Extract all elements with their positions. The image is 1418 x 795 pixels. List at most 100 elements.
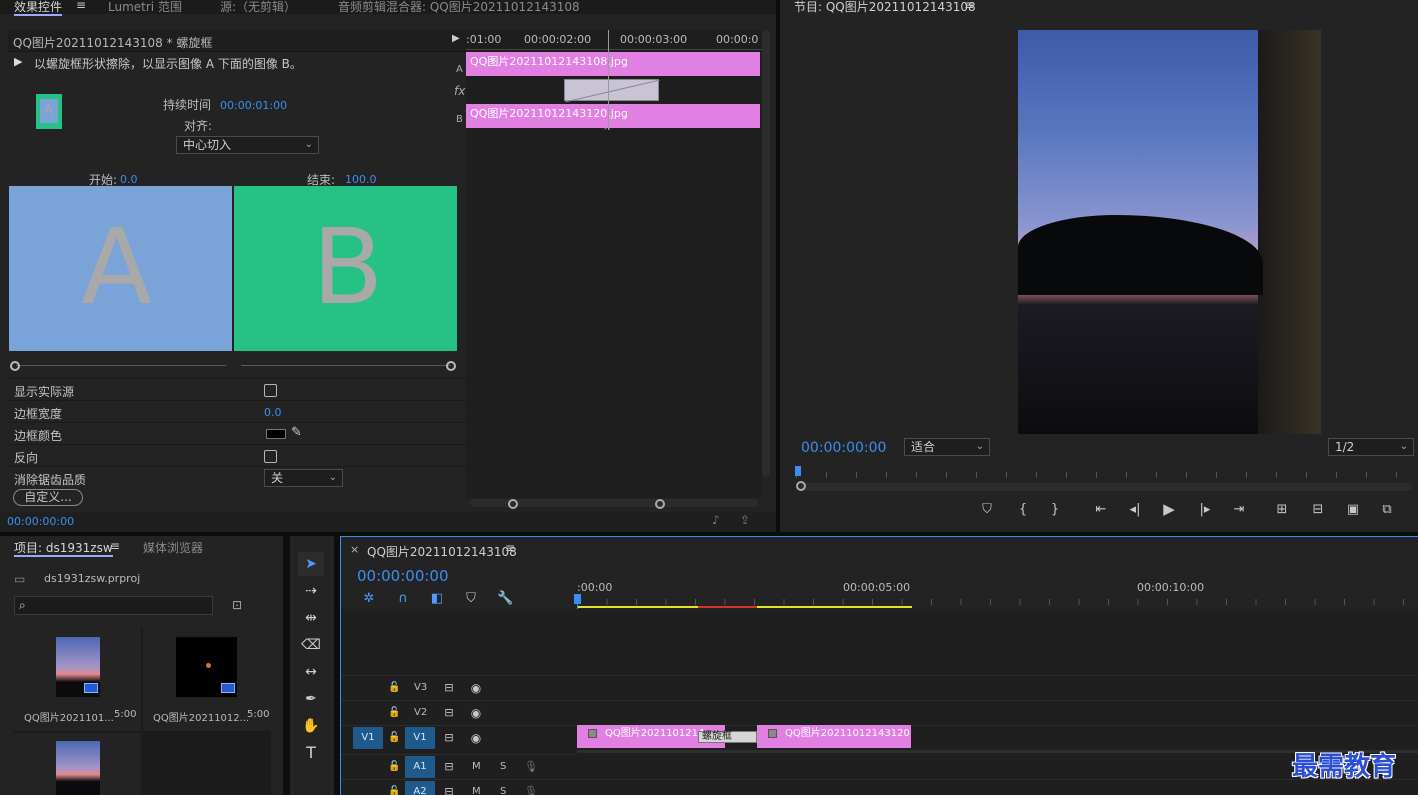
pen-tool-icon[interactable]: ✒ xyxy=(298,687,324,711)
project-search-input[interactable]: ⌕ xyxy=(14,596,213,615)
lift-icon[interactable]: ⊞ xyxy=(1272,503,1292,517)
wrench-icon[interactable]: 🔧 xyxy=(497,592,513,606)
tab-lumetri-scopes[interactable]: Lumetri 范围 xyxy=(108,0,182,14)
new-search-bin-icon[interactable]: ⊡ xyxy=(232,598,242,612)
tab-project[interactable]: 项目: ds1931zsw xyxy=(14,541,113,557)
slip-tool-icon[interactable]: ↔ xyxy=(298,660,324,684)
snap-icon[interactable]: ✲ xyxy=(361,592,377,606)
mute-button[interactable]: M xyxy=(472,761,481,772)
timeline-playhead-head[interactable] xyxy=(574,594,581,604)
step-forward-icon[interactable]: |▸ xyxy=(1196,503,1214,517)
sync-lock-icon[interactable]: ⊟ xyxy=(442,785,456,795)
tab-source[interactable]: 源:（无剪辑） xyxy=(220,0,296,14)
compare-icon[interactable]: ⧉ xyxy=(1378,503,1396,517)
sync-lock-icon[interactable]: ⊟ xyxy=(442,760,456,774)
timeline-ruler[interactable]: :00:00 00:00:05:00 00:00:10:00 xyxy=(577,577,1418,608)
eyedropper-icon[interactable]: ✎ xyxy=(291,425,302,440)
start-value[interactable]: 0.0 xyxy=(120,173,138,186)
program-zoom-handle[interactable] xyxy=(796,481,806,491)
project-item[interactable]: QQ图片20211012... 5:00 xyxy=(143,627,271,731)
end-value[interactable]: 100.0 xyxy=(345,173,377,186)
project-item[interactable] xyxy=(14,733,141,795)
lock-icon[interactable]: 🔓 xyxy=(388,760,400,774)
tab-media-browser[interactable]: 媒体浏览器 xyxy=(143,541,203,555)
mini-clip-b[interactable]: QQ图片20211012143120.jpg xyxy=(466,104,760,128)
go-to-out-icon[interactable]: ⇥ xyxy=(1230,503,1248,517)
sync-lock-icon[interactable]: ⊟ xyxy=(442,681,456,695)
selection-tool-icon[interactable]: ➤ xyxy=(298,552,324,576)
end-slider-handle[interactable] xyxy=(446,361,456,371)
duration-value[interactable]: 00:00:01:00 xyxy=(220,99,287,112)
timeline-timecode[interactable]: 00:00:00:00 xyxy=(357,567,449,585)
track-target-a1[interactable]: A1 xyxy=(405,756,435,778)
mini-playhead[interactable] xyxy=(608,30,609,130)
lock-icon[interactable]: 🔓 xyxy=(388,785,400,795)
add-marker-icon[interactable]: ⛉ xyxy=(980,503,994,517)
lock-icon[interactable]: 🔓 xyxy=(388,706,400,720)
play-transition-icon[interactable]: ▶ xyxy=(14,55,22,68)
play-icon[interactable]: ▶ xyxy=(1160,502,1178,517)
panel-menu-icon[interactable]: ≡ xyxy=(76,0,86,12)
eye-icon[interactable]: ◉ xyxy=(469,681,483,695)
add-marker-icon[interactable]: ⛉ xyxy=(463,592,479,606)
eye-icon[interactable]: ◉ xyxy=(469,706,483,720)
magnet-icon[interactable]: ∩ xyxy=(395,592,411,606)
end-slider-track[interactable] xyxy=(241,365,451,366)
expand-arrow-icon[interactable]: ▶ xyxy=(452,33,460,44)
sync-lock-icon[interactable]: ⊟ xyxy=(442,731,456,745)
mark-in-icon[interactable]: { xyxy=(1016,503,1030,517)
start-slider-handle[interactable] xyxy=(10,361,20,371)
program-ruler[interactable] xyxy=(796,466,1412,482)
fit-dropdown[interactable]: 适合 ⌄ xyxy=(904,438,990,456)
project-item[interactable]: QQ图片2021101... 5:00 xyxy=(14,627,141,731)
type-tool-icon[interactable]: T xyxy=(298,741,324,765)
extract-icon[interactable]: ⊟ xyxy=(1308,503,1328,517)
mini-transition[interactable] xyxy=(564,79,660,102)
hand-tool-icon[interactable]: ✋ xyxy=(298,714,324,738)
tab-effect-controls[interactable]: 效果控件 xyxy=(14,0,63,16)
eye-icon[interactable]: ◉ xyxy=(469,731,483,745)
audio-icon[interactable]: ♪ xyxy=(712,513,720,527)
ripple-edit-tool-icon[interactable]: ⇹ xyxy=(298,606,324,630)
panel-menu-icon[interactable]: ≡ xyxy=(110,539,120,553)
timeline-clip-2[interactable]: QQ图片20211012143120.jpg xyxy=(757,725,911,748)
program-playhead[interactable] xyxy=(795,466,801,476)
go-to-in-icon[interactable]: ⇤ xyxy=(1092,503,1110,517)
panel-menu-icon[interactable]: ≡ xyxy=(964,0,974,12)
mini-clip-a[interactable]: QQ图片20211012143108.jpg xyxy=(466,52,760,76)
antialias-dropdown[interactable]: 关 ⌄ xyxy=(264,469,343,487)
align-dropdown[interactable]: 中心切入 ⌄ xyxy=(176,136,319,154)
mark-out-icon[interactable]: } xyxy=(1048,503,1062,517)
border-color-swatch[interactable] xyxy=(266,429,286,439)
mini-zoom-handle-left[interactable] xyxy=(508,499,518,509)
show-actual-checkbox[interactable] xyxy=(264,384,277,397)
microphone-icon[interactable]: 🎙 xyxy=(524,760,538,774)
step-back-icon[interactable]: ◂| xyxy=(1126,503,1144,517)
custom-button[interactable]: 自定义... xyxy=(13,489,83,506)
lock-icon[interactable]: 🔓 xyxy=(388,731,400,745)
effect-scrollbar[interactable] xyxy=(762,30,770,476)
solo-button[interactable]: S xyxy=(500,786,506,795)
solo-button[interactable]: S xyxy=(500,761,506,772)
camera-icon[interactable]: ▣ xyxy=(1344,503,1362,517)
mute-button[interactable]: M xyxy=(472,786,481,795)
effect-footer-time[interactable]: 00:00:00:00 xyxy=(7,515,74,528)
track-target-v1[interactable]: V1 xyxy=(405,727,435,749)
transition-thumbnail[interactable]: A xyxy=(36,94,62,129)
linked-selection-icon[interactable]: ◧ xyxy=(429,592,445,606)
track-select-tool-icon[interactable]: ⇢ xyxy=(298,579,324,603)
microphone-icon[interactable]: 🎙 xyxy=(524,785,538,795)
timeline-transition[interactable]: 螺旋框 xyxy=(698,731,757,743)
lock-icon[interactable]: 🔓 xyxy=(388,681,400,695)
export-icon[interactable]: ⇪ xyxy=(740,513,750,527)
start-slider-track[interactable] xyxy=(16,365,226,366)
source-patch-v1[interactable]: V1 xyxy=(353,727,383,749)
razor-tool-icon[interactable]: ⌫ xyxy=(298,633,324,657)
panel-menu-icon[interactable]: ≡ xyxy=(505,541,515,555)
resolution-dropdown[interactable]: 1/2 ⌄ xyxy=(1328,438,1414,456)
tab-audio-clip-mixer[interactable]: 音频剪辑混合器: QQ图片20211012143108 xyxy=(338,0,580,14)
mini-zoom-handle-right[interactable] xyxy=(655,499,665,509)
program-zoom-bar[interactable] xyxy=(800,483,1412,491)
program-timecode[interactable]: 00:00:00:00 xyxy=(801,440,886,456)
sync-lock-icon[interactable]: ⊟ xyxy=(442,706,456,720)
